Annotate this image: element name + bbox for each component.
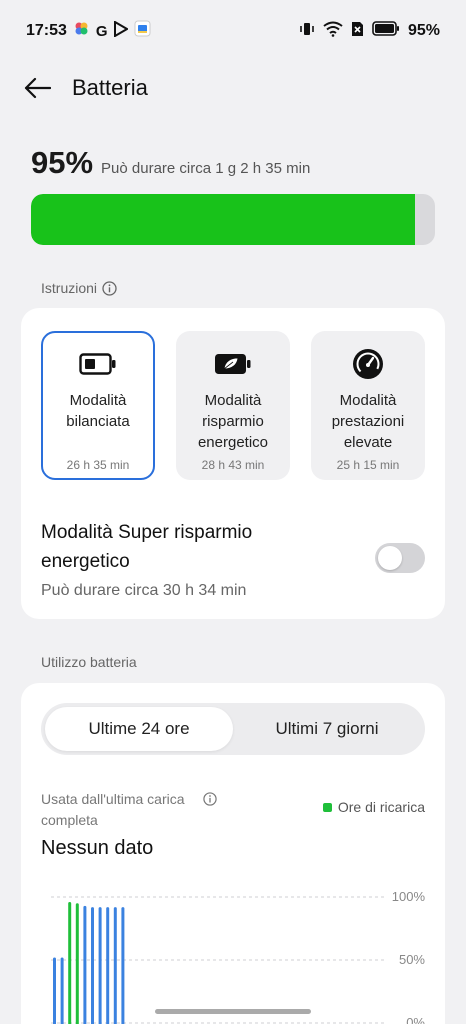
toggle-knob <box>378 546 402 570</box>
charging-bar <box>75 903 79 1024</box>
super-saver-title: Modalità Super risparmio energetico <box>41 522 253 572</box>
used-since-charge-label: Usata dall'ultima carica completa <box>41 789 241 831</box>
play-store-icon <box>113 19 129 42</box>
app-header: Batteria <box>0 66 466 110</box>
usage-bar <box>121 907 125 1024</box>
usage-bar <box>60 957 64 1024</box>
usage-bar <box>113 907 117 1024</box>
y-tick-label: 100% <box>392 889 426 904</box>
battery-level-bar <box>31 194 435 245</box>
files-icon <box>134 20 151 42</box>
mode-time: 26 h 35 min <box>66 458 130 472</box>
mode-time: 25 h 15 min <box>336 458 400 472</box>
chart-legend: Ore di ricarica <box>322 799 425 815</box>
usage-bar <box>83 905 87 1024</box>
instructions-label[interactable]: Istruzioni <box>41 280 117 296</box>
super-saver-subtitle: Può durare circa 30 h 34 min <box>41 582 247 599</box>
info-icon <box>102 280 117 296</box>
tab-last-24h[interactable]: Ultime 24 ore <box>45 707 233 751</box>
used-since-charge-text: Usata dall'ultima carica completa <box>41 791 185 828</box>
home-indicator[interactable] <box>155 1009 311 1014</box>
y-tick-label: 0% <box>406 1015 425 1024</box>
battery-half-icon <box>79 353 116 375</box>
status-battery-pct: 95% <box>407 22 440 39</box>
battery-usage-chart: 100% 50% 0% <box>51 889 426 1024</box>
usage-label: Utilizzo batteria <box>41 654 137 670</box>
period-selector: Ultime 24 ore Ultimi 7 giorni <box>41 703 425 755</box>
sim-off-icon <box>351 21 364 42</box>
battery-leaf-icon <box>215 354 251 374</box>
battery-level-fill <box>31 194 415 245</box>
battery-summary: 95% Può durare circa 1 g 2 h 35 min <box>31 145 435 245</box>
speedometer-icon <box>353 349 383 379</box>
instructions-text: Istruzioni <box>41 280 98 296</box>
no-data-text: Nessun dato <box>41 837 154 859</box>
wifi-icon <box>323 21 343 42</box>
battery-icon <box>372 21 400 41</box>
mode-power-saving[interactable]: Modalità risparmio energetico 28 h 43 mi… <box>176 331 290 480</box>
usage-bar <box>106 907 110 1024</box>
mode-balanced[interactable]: Modalità bilanciata 26 h 35 min <box>41 331 155 480</box>
usage-bar <box>91 907 94 1024</box>
usage-text: Utilizzo batteria <box>41 654 137 670</box>
charging-bar <box>68 902 72 1024</box>
mode-label: Modalità prestazioni elevate <box>331 392 405 451</box>
usage-bar <box>53 957 56 1024</box>
page-title: Batteria <box>72 75 148 100</box>
super-saver-toggle[interactable] <box>375 543 425 573</box>
info-icon <box>203 792 217 806</box>
battery-usage-card: Ultime 24 ore Ultimi 7 giorni Usata dall… <box>21 683 445 1024</box>
tab-last-7d[interactable]: Ultimi 7 giorni <box>233 707 421 751</box>
mode-high-performance[interactable]: Modalità prestazioni elevate 25 h 15 min <box>311 331 425 480</box>
super-saver-row[interactable]: Modalità Super risparmio energetico Può … <box>41 518 425 600</box>
status-time: 17:53 <box>26 22 67 39</box>
legend-swatch <box>322 802 332 812</box>
photos-icon <box>72 20 90 42</box>
vibrate-icon <box>299 21 315 42</box>
status-bar: 17:53 G 95% <box>0 0 466 62</box>
usage-bar <box>98 907 102 1024</box>
mode-label: Modalità risparmio energetico <box>197 392 269 451</box>
mode-time: 28 h 43 min <box>201 458 265 472</box>
battery-percentage: 95% <box>31 145 94 180</box>
back-arrow-icon <box>24 77 51 99</box>
y-tick-label: 50% <box>399 952 425 967</box>
mode-label: Modalità bilanciata <box>66 392 130 430</box>
power-modes-card: Modalità bilanciata 26 h 35 min Modalità… <box>21 308 445 619</box>
legend-label: Ore di ricarica <box>337 799 425 815</box>
g-icon: G <box>95 22 108 40</box>
back-button[interactable] <box>20 71 54 105</box>
battery-estimate: Può durare circa 1 g 2 h 35 min <box>101 160 311 177</box>
